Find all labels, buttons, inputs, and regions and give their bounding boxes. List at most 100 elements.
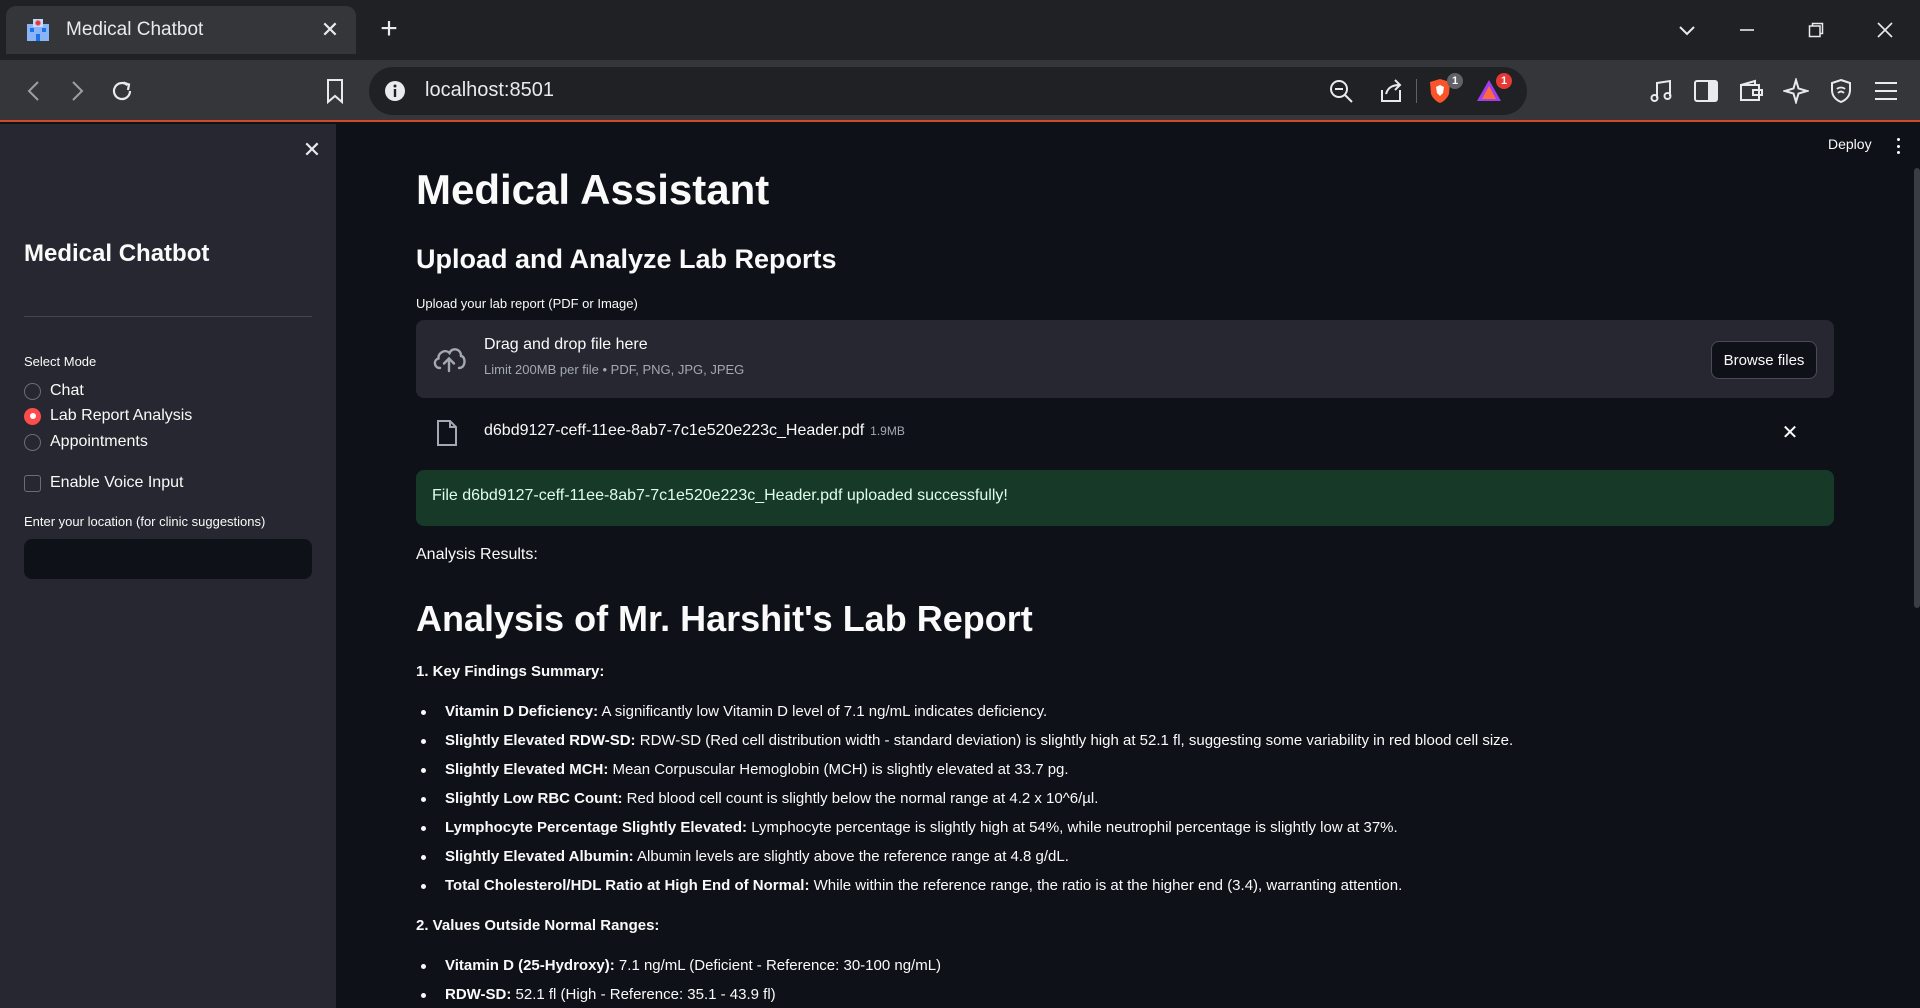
dropzone-instructions: Drag and drop file here	[484, 336, 648, 353]
close-window-icon[interactable]	[1868, 14, 1902, 46]
mode-option-label: Chat	[50, 382, 84, 399]
main-content: Deploy Medical Assistant Upload and Anal…	[337, 124, 1920, 1008]
vpn-shield-icon[interactable]	[1825, 75, 1857, 107]
site-info-icon[interactable]	[383, 79, 407, 103]
mode-option-label: Lab Report Analysis	[50, 407, 193, 424]
remove-file-icon[interactable]: ✕	[1778, 420, 1802, 444]
outside-ranges-list: Vitamin D (25-Hydroxy): 7.1 ng/mL (Defic…	[416, 956, 941, 1008]
sidebar-divider	[24, 316, 312, 317]
tab-title: Medical Chatbot	[66, 19, 204, 40]
list-item-text: While within the reference range, the ra…	[809, 877, 1403, 894]
list-item: Vitamin D (25-Hydroxy): 7.1 ng/mL (Defic…	[416, 956, 941, 985]
file-size: 1.9MB	[870, 424, 905, 438]
list-item-text: RDW-SD (Red cell distribution width - st…	[635, 732, 1514, 749]
file-dropzone[interactable]: Drag and drop file here Limit 200MB per …	[416, 320, 1834, 398]
list-item-text: 7.1 ng/mL (Deficient - Reference: 30-100…	[614, 957, 942, 974]
list-item: Total Cholesterol/HDL Ratio at High End …	[416, 876, 1513, 905]
reload-icon[interactable]	[106, 75, 138, 107]
mode-option-label: Appointments	[50, 433, 148, 450]
scrollbar[interactable]	[1914, 168, 1920, 608]
mode-option-appointments[interactable]: Appointments	[24, 433, 148, 451]
list-item-term: Slightly Low RBC Count:	[445, 790, 623, 807]
section-heading-outside-ranges: 2. Values Outside Normal Ranges:	[416, 917, 660, 934]
browser-tab-bar: Medical Chatbot ✕ +	[0, 0, 1920, 60]
radio-unselected-icon	[24, 433, 41, 451]
browse-files-button[interactable]: Browse files	[1711, 341, 1817, 379]
list-item: Slightly Low RBC Count: Red blood cell c…	[416, 789, 1513, 818]
radio-unselected-icon	[24, 382, 41, 400]
sidebar-close-icon[interactable]: ✕	[300, 137, 324, 162]
cloud-upload-icon	[433, 348, 466, 373]
mode-option-lab-report[interactable]: Lab Report Analysis	[24, 407, 192, 425]
checkbox-icon	[24, 474, 41, 492]
new-tab-button[interactable]: +	[374, 14, 404, 44]
list-item: Slightly Elevated Albumin: Albumin level…	[416, 847, 1513, 876]
app-menu-kebab-icon[interactable]	[1893, 136, 1903, 156]
radio-selected-icon	[24, 407, 41, 425]
list-item: Lymphocyte Percentage Slightly Elevated:…	[416, 818, 1513, 847]
uploaded-file-row: d6bd9127-ceff-11ee-8ab7-7c1e520e223c_Hea…	[416, 414, 1834, 450]
list-item-text: Red blood cell count is slightly below t…	[622, 790, 1099, 807]
list-item-term: Slightly Elevated Albumin:	[445, 848, 634, 865]
minimize-icon[interactable]	[1730, 14, 1764, 46]
tab-close-icon[interactable]: ✕	[318, 17, 342, 42]
sidebar-toggle-icon[interactable]	[1690, 75, 1722, 107]
findings-list: Vitamin D Deficiency: A significantly lo…	[416, 702, 1513, 905]
hospital-icon	[27, 19, 49, 41]
app-sidebar: ✕ Medical Chatbot Select Mode Chat Lab R…	[0, 124, 336, 1008]
list-item-term: Lymphocyte Percentage Slightly Elevated:	[445, 819, 748, 836]
page-title: Medical Assistant	[416, 166, 770, 213]
address-bar[interactable]: localhost:8501 1 1	[369, 67, 1527, 115]
dropzone-limit: Limit 200MB per file • PDF, PNG, JPG, JP…	[484, 362, 745, 377]
voice-input-checkbox[interactable]: Enable Voice Input	[24, 474, 183, 492]
shields-count-badge: 1	[1447, 73, 1463, 89]
bookmark-icon[interactable]	[319, 75, 351, 107]
list-item-text: Lymphocyte percentage is slightly high a…	[747, 819, 1398, 836]
results-label: Analysis Results:	[416, 546, 538, 563]
voice-input-label: Enable Voice Input	[50, 474, 184, 491]
file-name-text: d6bd9127-ceff-11ee-8ab7-7c1e520e223c_Hea…	[484, 422, 865, 439]
wallet-icon[interactable]	[1735, 75, 1767, 107]
section-heading-findings: 1. Key Findings Summary:	[416, 663, 605, 680]
list-item: Slightly Elevated RDW-SD: RDW-SD (Red ce…	[416, 731, 1513, 760]
upload-label: Upload your lab report (PDF or Image)	[416, 296, 638, 311]
file-icon	[437, 420, 457, 446]
success-alert: File d6bd9127-ceff-11ee-8ab7-7c1e520e223…	[416, 470, 1834, 526]
location-label: Enter your location (for clinic suggesti…	[24, 514, 266, 529]
sidebar-title: Medical Chatbot	[24, 240, 210, 267]
mode-option-chat[interactable]: Chat	[24, 382, 84, 400]
music-icon[interactable]	[1645, 75, 1677, 107]
list-item-text: 52.1 fl (High - Reference: 35.1 - 43.9 f…	[511, 986, 776, 1003]
rewards-count-badge: 1	[1496, 73, 1512, 89]
list-item-text: A significantly low Vitamin D level of 7…	[598, 703, 1048, 720]
tab-search-chevron-icon[interactable]	[1670, 14, 1704, 46]
omnibox-divider	[1416, 79, 1417, 103]
list-item: Slightly Elevated MCH: Mean Corpuscular …	[416, 760, 1513, 789]
list-item: Vitamin D Deficiency: A significantly lo…	[416, 702, 1513, 731]
list-item-term: Slightly Elevated MCH:	[445, 761, 609, 778]
analysis-title: Analysis of Mr. Harshit's Lab Report	[416, 598, 1033, 639]
deploy-button[interactable]: Deploy	[1828, 136, 1872, 152]
browser-toolbar: localhost:8501 1 1	[0, 60, 1920, 122]
restore-icon[interactable]	[1799, 14, 1833, 46]
zoom-out-icon[interactable]	[1327, 77, 1355, 105]
list-item-term: RDW-SD:	[445, 986, 512, 1003]
list-item-term: Slightly Elevated RDW-SD:	[445, 732, 636, 749]
file-name: d6bd9127-ceff-11ee-8ab7-7c1e520e223c_Hea…	[484, 422, 905, 440]
leo-ai-icon[interactable]	[1780, 75, 1812, 107]
page-subtitle: Upload and Analyze Lab Reports	[416, 244, 837, 274]
list-item: RDW-SD: 52.1 fl (High - Reference: 35.1 …	[416, 985, 941, 1008]
mode-label: Select Mode	[24, 354, 97, 369]
list-item-term: Total Cholesterol/HDL Ratio at High End …	[445, 877, 810, 894]
browser-tab[interactable]: Medical Chatbot ✕	[6, 6, 356, 54]
back-icon[interactable]	[18, 75, 50, 107]
location-input[interactable]	[24, 539, 312, 579]
forward-icon[interactable]	[61, 75, 93, 107]
list-item-text: Mean Corpuscular Hemoglobin (MCH) is sli…	[608, 761, 1069, 778]
menu-icon[interactable]	[1870, 75, 1902, 107]
list-item-term: Vitamin D (25-Hydroxy):	[445, 957, 615, 974]
url-text: localhost:8501	[425, 79, 554, 101]
list-item-text: Albumin levels are slightly above the re…	[633, 848, 1069, 865]
share-icon[interactable]	[1377, 77, 1405, 105]
list-item-term: Vitamin D Deficiency:	[445, 703, 599, 720]
